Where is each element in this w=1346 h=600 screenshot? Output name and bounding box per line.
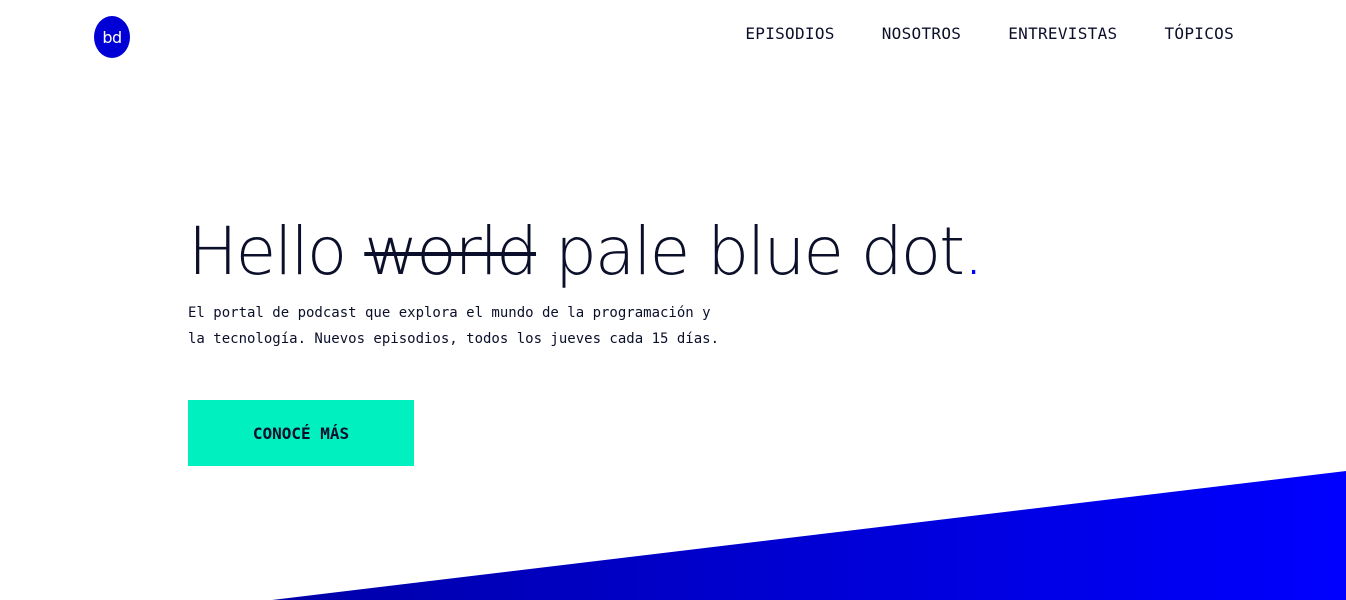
cta-button[interactable]: CONOCÉ MÁS bbox=[188, 400, 414, 466]
hero-title-struck: world bbox=[364, 213, 538, 290]
nav-item-nosotros[interactable]: NOSOTROS bbox=[882, 24, 961, 43]
logo[interactable]: bd bbox=[94, 16, 130, 58]
nav-item-episodios[interactable]: EPISODIOS bbox=[745, 24, 834, 43]
hero-title-hello: Hello bbox=[188, 213, 365, 290]
main-nav: EPISODIOS NOSOTROS ENTREVISTAS TÓPICOS bbox=[745, 24, 1234, 43]
hero-title: Hello world pale blue dot. bbox=[188, 208, 984, 296]
nav-item-entrevistas[interactable]: ENTREVISTAS bbox=[1008, 24, 1117, 43]
logo-text: bd bbox=[102, 27, 122, 47]
hero-title-rest: pale blue dot bbox=[536, 213, 965, 290]
hero-title-dot: . bbox=[963, 213, 984, 290]
nav-item-topicos[interactable]: TÓPICOS bbox=[1164, 24, 1234, 43]
hero-description: El portal de podcast que explora el mund… bbox=[188, 305, 720, 347]
